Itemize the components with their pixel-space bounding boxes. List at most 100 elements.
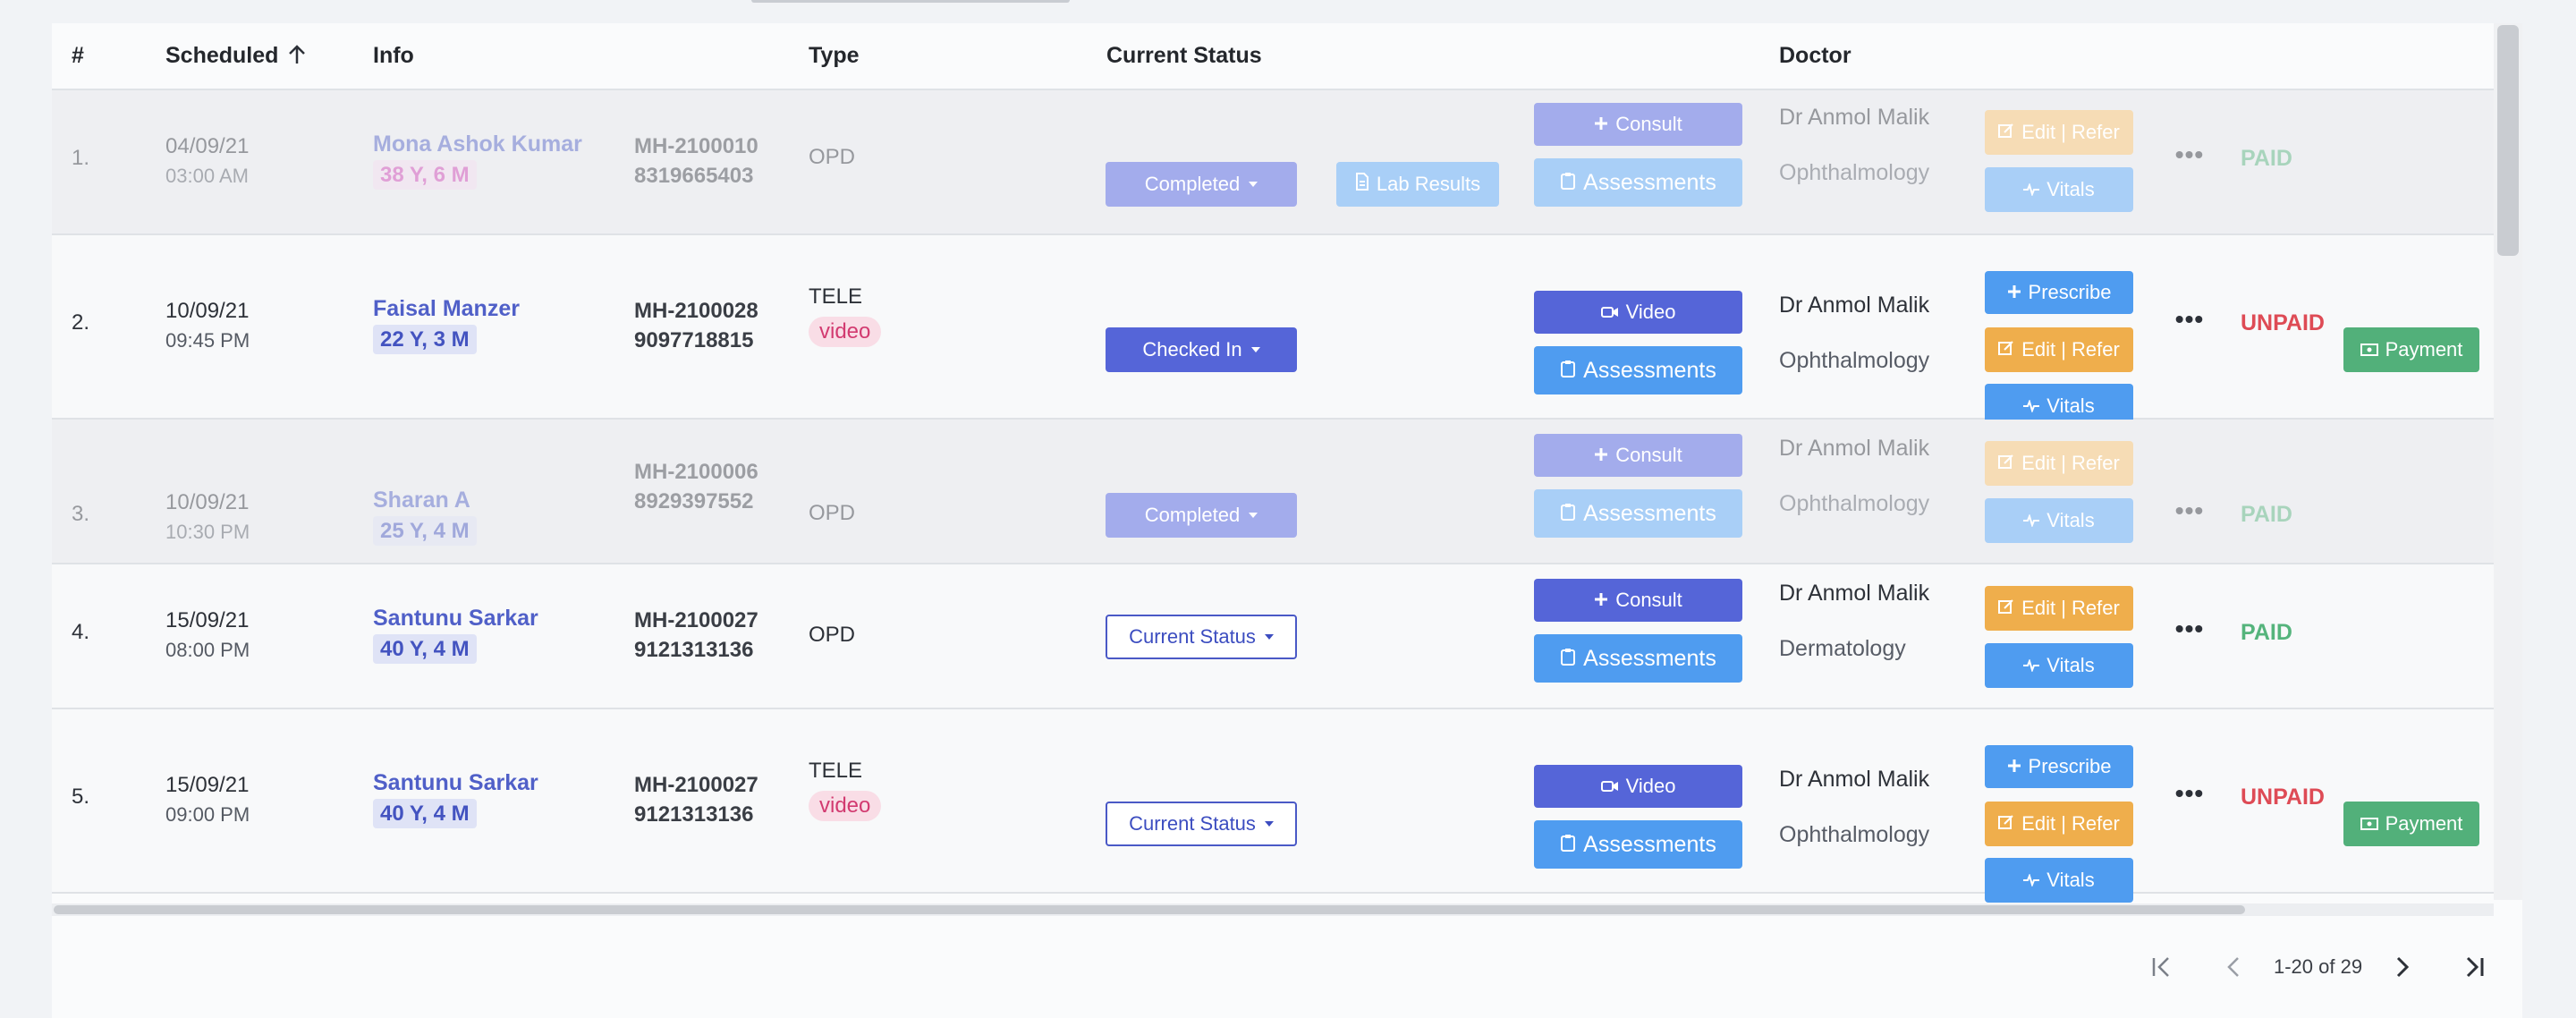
- patient-name-link[interactable]: Santunu Sarkar: [373, 604, 538, 632]
- last-page-icon[interactable]: [2446, 949, 2500, 985]
- previous-page-icon[interactable]: [2207, 949, 2261, 985]
- vitals-button[interactable]: Vitals: [1985, 498, 2133, 543]
- scheduled-time: 03:00 AM: [165, 165, 249, 187]
- doctor-specialty: Ophthalmology: [1779, 160, 1930, 185]
- vitals-button[interactable]: Vitals: [1985, 167, 2133, 212]
- status-dropdown[interactable]: Completed: [1106, 162, 1297, 207]
- patient-mrn: MH-2100010: [634, 134, 758, 158]
- patient-id-cell: MH-2100010 8319665403: [634, 131, 786, 191]
- assessments-button[interactable]: Assessments: [1534, 634, 1742, 683]
- assessments-button[interactable]: Assessments: [1534, 489, 1742, 538]
- doctor-name: Dr Anmol Malik: [1779, 436, 1930, 461]
- edit-refer-button[interactable]: Edit | Refer: [1985, 110, 2133, 155]
- col-header-scheduled[interactable]: Scheduled: [165, 43, 307, 72]
- table-row[interactable]: 1. 04/09/21 03:00 AM Mona Ashok Kumar 38…: [52, 90, 2494, 235]
- video-button[interactable]: Video: [1534, 291, 1742, 334]
- col-header-current-status: Current Status: [1106, 43, 1262, 68]
- row-number: 5.: [72, 785, 90, 809]
- prescribe-button[interactable]: Prescribe: [1985, 271, 2133, 314]
- edit-refer-button[interactable]: Edit | Refer: [1985, 327, 2133, 372]
- doctor-name: Dr Anmol Malik: [1779, 293, 1930, 318]
- doctor-info: Dr Anmol Malik Dermatology: [1779, 579, 1929, 663]
- payment-status: PAID: [2241, 502, 2292, 527]
- doctor-name: Dr Anmol Malik: [1779, 767, 1930, 792]
- patient-phone: 8319665403: [634, 164, 754, 188]
- scheduled-date: 15/09/21: [165, 608, 250, 632]
- assessments-label: Assessments: [1583, 500, 1716, 526]
- more-options-icon[interactable]: •••: [2174, 615, 2206, 643]
- clipboard-icon: [1560, 170, 1576, 196]
- patient-age-badge: 38 Y, 6 M: [373, 160, 477, 190]
- assessments-label: Assessments: [1583, 357, 1716, 383]
- chevron-down-icon: [1249, 182, 1258, 187]
- consult-label: Consult: [1615, 444, 1682, 466]
- assessments-button[interactable]: Assessments: [1534, 820, 1742, 869]
- status-dropdown[interactable]: Completed: [1106, 493, 1297, 538]
- sort-ascending-icon[interactable]: [287, 44, 307, 72]
- assessments-button[interactable]: Assessments: [1534, 158, 1742, 207]
- table-row[interactable]: 2. 10/09/21 09:45 PM Faisal Manzer 22 Y,…: [52, 235, 2494, 428]
- clipboard-icon: [1560, 358, 1576, 384]
- patient-info: Faisal Manzer 22 Y, 3 M: [373, 294, 520, 354]
- status-dropdown[interactable]: Checked In: [1106, 327, 1297, 372]
- row-number: 4.: [72, 620, 90, 644]
- patient-age-badge: 25 Y, 4 M: [373, 516, 477, 546]
- more-options-icon[interactable]: •••: [2174, 140, 2206, 169]
- heartbeat-icon: [2023, 509, 2040, 532]
- next-page-icon[interactable]: [2375, 949, 2428, 985]
- more-options-icon[interactable]: •••: [2174, 305, 2206, 334]
- patient-name-link[interactable]: Sharan A: [373, 486, 477, 514]
- payment-button[interactable]: Payment: [2343, 327, 2479, 372]
- prescribe-label: Prescribe: [2028, 755, 2112, 777]
- consult-button[interactable]: Consult: [1534, 103, 1742, 146]
- table-row[interactable]: 4. 15/09/21 08:00 PM Santunu Sarkar 40 Y…: [52, 564, 2494, 709]
- status-dropdown[interactable]: Current Status: [1106, 615, 1297, 659]
- chevron-down-icon: [1264, 821, 1274, 827]
- payment-button[interactable]: Payment: [2343, 802, 2479, 846]
- scheduled-cell: 10/09/21 09:45 PM: [165, 296, 250, 355]
- more-options-icon[interactable]: •••: [2174, 496, 2206, 525]
- prescribe-button[interactable]: Prescribe: [1985, 745, 2133, 788]
- consult-button[interactable]: Consult: [1534, 579, 1742, 622]
- patient-name-link[interactable]: Mona Ashok Kumar: [373, 130, 582, 158]
- edit-refer-button[interactable]: Edit | Refer: [1985, 802, 2133, 846]
- appointment-type: TELE video: [809, 282, 882, 347]
- edit-refer-button[interactable]: Edit | Refer: [1985, 586, 2133, 631]
- consult-label: Consult: [1615, 589, 1682, 611]
- patient-id-cell: MH-2100027 9121313136: [634, 770, 786, 829]
- patient-age-badge: 40 Y, 4 M: [373, 799, 477, 828]
- document-icon: [1355, 173, 1369, 196]
- status-dropdown[interactable]: Current Status: [1106, 802, 1297, 846]
- vitals-button[interactable]: Vitals: [1985, 643, 2133, 688]
- first-page-icon[interactable]: [2136, 949, 2190, 985]
- edit-icon: [1998, 812, 2014, 836]
- lab-results-button[interactable]: Lab Results: [1336, 162, 1499, 207]
- assessments-button[interactable]: Assessments: [1534, 346, 1742, 394]
- cash-icon: [2360, 812, 2378, 836]
- scheduled-date: 10/09/21: [165, 490, 250, 514]
- patient-name-link[interactable]: Santunu Sarkar: [373, 768, 538, 797]
- patient-name-link[interactable]: Faisal Manzer: [373, 294, 520, 323]
- table-row[interactable]: 5. 15/09/21 09:00 PM Santunu Sarkar 40 Y…: [52, 709, 2494, 903]
- edit-refer-button[interactable]: Edit | Refer: [1985, 441, 2133, 486]
- video-button[interactable]: Video: [1534, 765, 1742, 808]
- vitals-label: Vitals: [2046, 654, 2095, 676]
- row-number: 1.: [72, 146, 90, 170]
- scheduled-cell: 15/09/21 08:00 PM: [165, 606, 250, 665]
- type-label: TELE: [809, 759, 863, 783]
- table-row[interactable]: 3. 10/09/21 10:30 PM Sharan A 25 Y, 4 M …: [52, 420, 2494, 564]
- plus-icon: [2007, 281, 2021, 304]
- vertical-scrollbar-thumb[interactable]: [2497, 25, 2519, 256]
- payment-label: Payment: [2385, 338, 2463, 361]
- clipboard-icon: [1560, 646, 1576, 672]
- payment-status: UNPAID: [2241, 785, 2325, 810]
- chevron-down-icon: [1250, 347, 1260, 352]
- doctor-info: Dr Anmol Malik Ophthalmology: [1779, 434, 1929, 518]
- vitals-button[interactable]: Vitals: [1985, 858, 2133, 903]
- doctor-specialty: Ophthalmology: [1779, 348, 1930, 373]
- horizontal-scrollbar[interactable]: [52, 903, 2494, 916]
- vertical-scrollbar[interactable]: [2494, 23, 2522, 900]
- consult-button[interactable]: Consult: [1534, 434, 1742, 477]
- more-options-icon[interactable]: •••: [2174, 779, 2206, 808]
- horizontal-scrollbar-thumb[interactable]: [54, 905, 2245, 914]
